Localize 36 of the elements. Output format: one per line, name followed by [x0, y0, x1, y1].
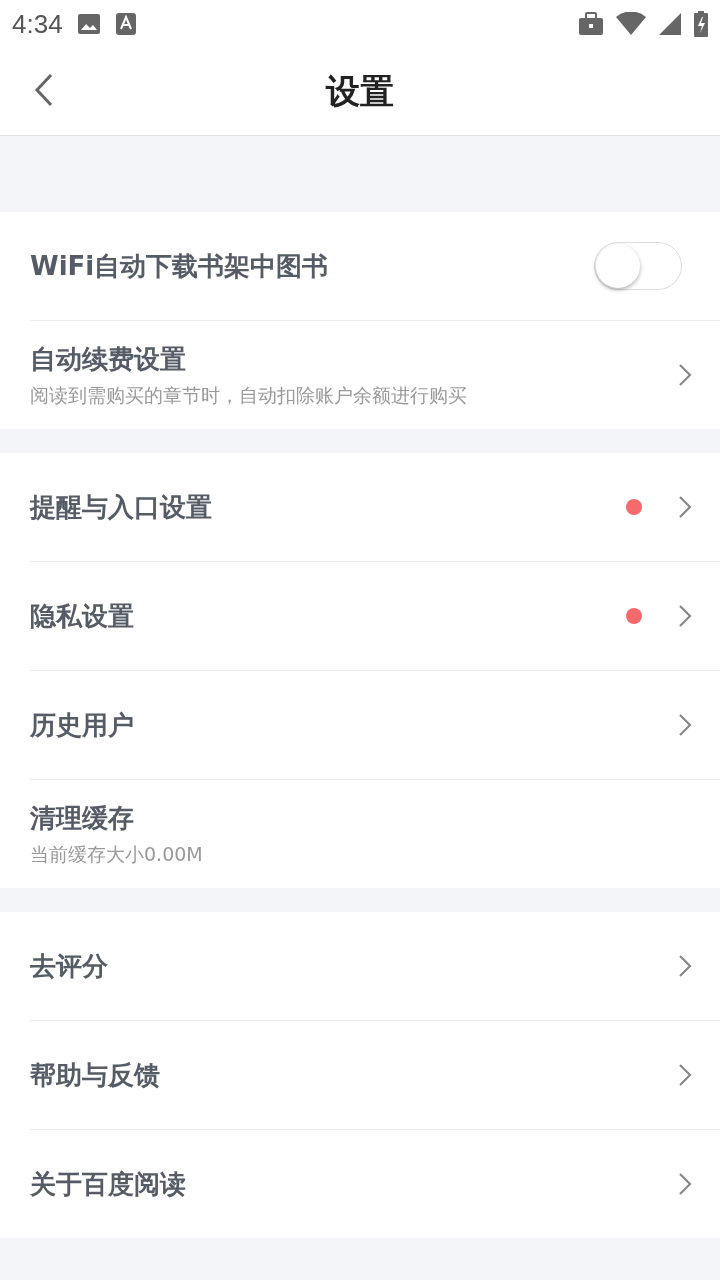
settings-row[interactable]: 帮助与反馈 — [30, 1021, 720, 1130]
battery-icon — [694, 11, 708, 37]
status-time: 4:34 — [12, 8, 63, 40]
row-label: 去评分 — [30, 949, 109, 983]
row-label: 清理缓存 — [30, 801, 135, 835]
row-label: 历史用户 — [30, 708, 135, 742]
chevron-right-icon — [678, 954, 692, 978]
settings-row[interactable]: 去评分 — [30, 912, 720, 1021]
briefcase-icon — [578, 12, 604, 36]
row-label: 帮助与反馈 — [30, 1058, 161, 1092]
row-label: 自动续费设置 — [30, 342, 187, 376]
toggle-switch[interactable] — [594, 242, 682, 290]
settings-row[interactable]: WiFi自动下载书架中图书 — [30, 212, 720, 321]
settings-row[interactable]: 关于百度阅读 — [30, 1130, 720, 1238]
wifi-icon — [616, 12, 646, 36]
row-label: 隐私设置 — [30, 599, 135, 633]
chevron-right-icon — [678, 495, 692, 519]
chevron-right-icon — [678, 1172, 692, 1196]
row-label: 提醒与入口设置 — [30, 490, 213, 524]
settings-row[interactable]: 历史用户 — [30, 671, 720, 780]
settings-row[interactable]: 隐私设置 — [30, 562, 720, 671]
row-subtitle: 阅读到需购买的章节时，自动扣除账户余额进行购买 — [30, 382, 468, 408]
settings-row[interactable]: 清理缓存 当前缓存大小0.00M — [30, 780, 720, 888]
settings-row[interactable]: 提醒与入口设置 — [30, 453, 720, 562]
row-label: 关于百度阅读 — [30, 1167, 187, 1201]
row-label: WiFi自动下载书架中图书 — [30, 249, 330, 283]
row-subtitle: 当前缓存大小0.00M — [30, 841, 204, 867]
settings-row[interactable]: 自动续费设置 阅读到需购买的章节时，自动扣除账户余额进行购买 — [30, 321, 720, 429]
page-title: 设置 — [326, 69, 394, 113]
image-icon — [76, 13, 101, 35]
chevron-right-icon — [678, 1063, 692, 1087]
chevron-right-icon — [678, 363, 692, 387]
signal-icon — [658, 12, 682, 36]
app-notification-icon — [114, 12, 137, 36]
chevron-right-icon — [678, 604, 692, 628]
chevron-right-icon — [678, 713, 692, 737]
